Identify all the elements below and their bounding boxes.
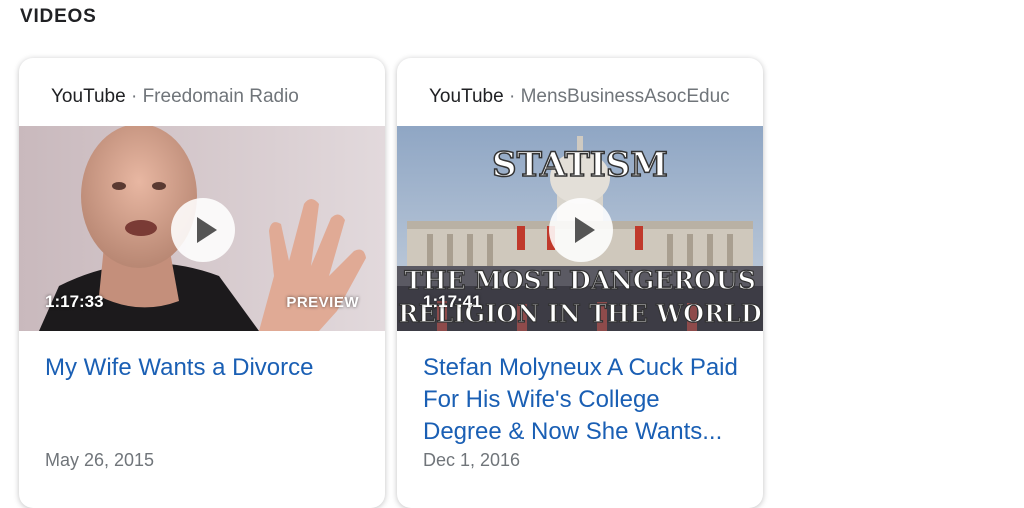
play-button[interactable] [171, 198, 235, 262]
video-thumbnail[interactable]: STATISM THE MOST DANGEROUS RELIGION IN T… [397, 126, 763, 331]
video-card[interactable]: YouTube · MensBusinessAsocEduc STATISM T… [397, 58, 763, 508]
play-button[interactable] [549, 198, 613, 262]
video-date: Dec 1, 2016 [423, 450, 521, 470]
video-thumbnail[interactable]: 1:17:33 PREVIEW [19, 126, 385, 331]
video-source: YouTube · MensBusinessAsocEduc [429, 86, 730, 108]
platform-name: YouTube [51, 86, 126, 107]
source-separator: · [125, 86, 143, 107]
thumbnail-text-line1: THE MOST DANGEROUS [404, 266, 756, 295]
platform-name: YouTube [429, 86, 504, 107]
source-separator: · [503, 86, 521, 107]
channel-name: MensBusinessAsocEduc [520, 86, 730, 107]
channel-name: Freedomain Radio [142, 86, 299, 107]
video-source: YouTube · Freedomain Radio [51, 86, 299, 108]
video-title-link[interactable]: My Wife Wants a Divorce [45, 352, 365, 384]
thumbnail-text-statism: STATISM [492, 145, 668, 185]
preview-label: PREVIEW [286, 294, 359, 311]
video-duration: 1:17:33 [45, 292, 104, 311]
video-title-link[interactable]: Stefan Molyneux A Cuck Paid For His Wife… [423, 352, 743, 448]
section-title: VIDEOS [20, 6, 97, 27]
video-duration: 1:17:41 [423, 292, 482, 311]
video-date: May 26, 2015 [45, 450, 155, 470]
video-card[interactable]: YouTube · Freedomain Radio 1:17:33 PREVI… [19, 58, 385, 508]
